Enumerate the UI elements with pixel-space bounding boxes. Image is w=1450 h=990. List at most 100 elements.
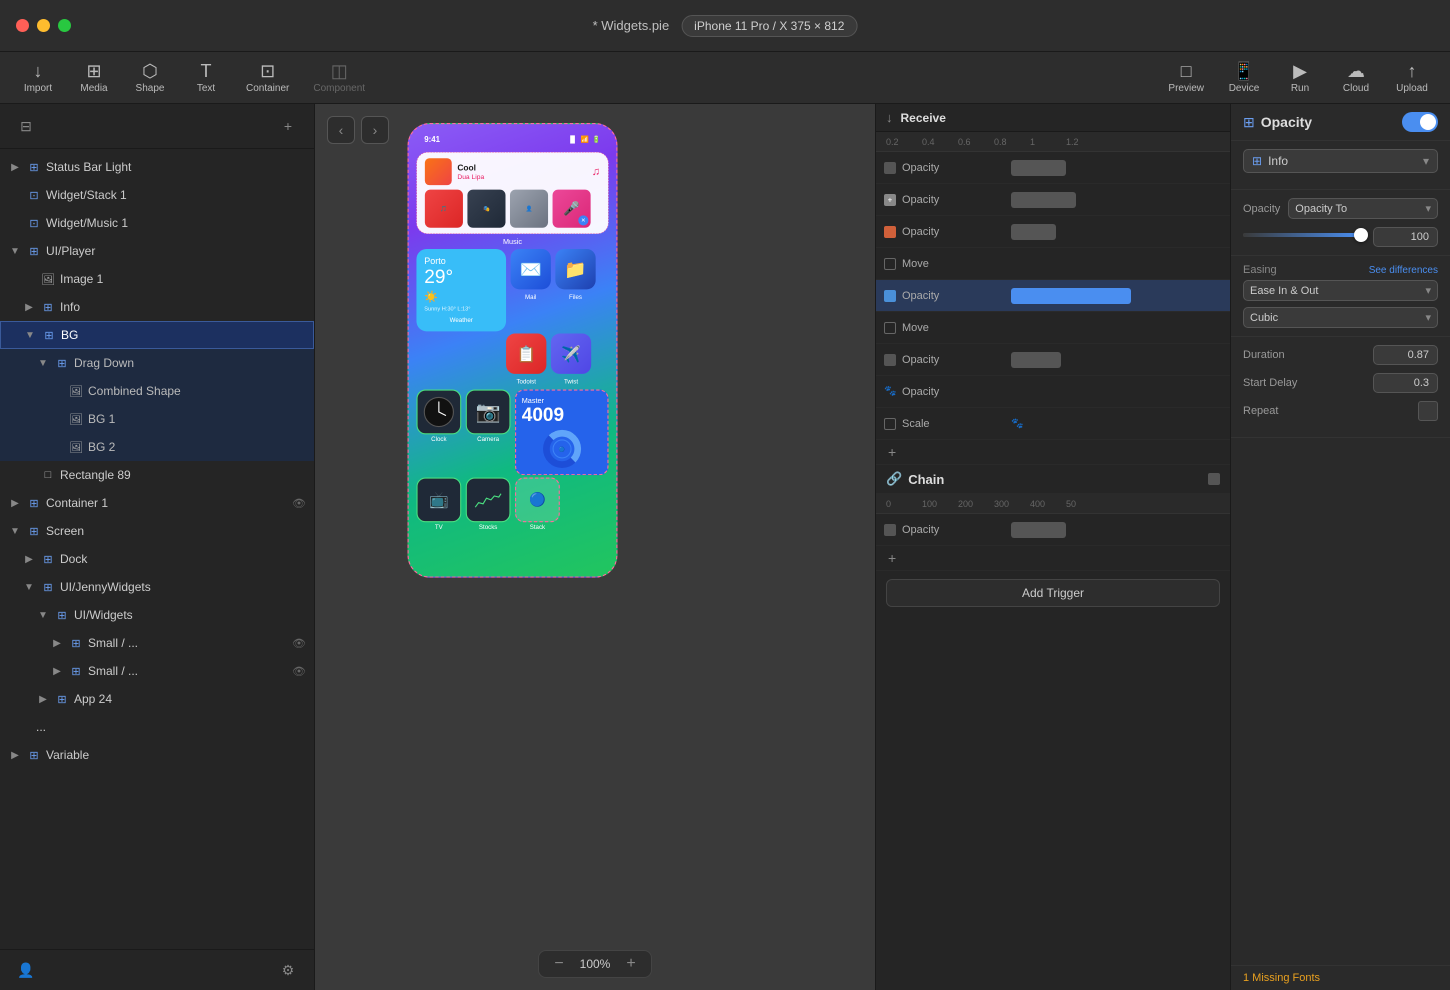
layer-item-dock[interactable]: ▶ ⊞ Dock — [0, 545, 314, 573]
layer-item-drag-down[interactable]: ▼ ⊞ Drag Down — [0, 349, 314, 377]
chevron-down-icon6: ▼ — [36, 608, 50, 622]
wifi-icon: 📶 — [581, 136, 589, 144]
repeat-row: Repeat — [1243, 401, 1438, 421]
info-dropdown[interactable]: ⊞ Info ▾ — [1243, 149, 1438, 173]
layer-item-widget-stack-1[interactable]: ⊡ Widget/Stack 1 — [0, 181, 314, 209]
layer-item-small-1[interactable]: ▶ ⊞ Small / ... 👁 — [0, 629, 314, 657]
canvas-forward-button[interactable]: › — [361, 116, 389, 144]
component-button[interactable]: ◫ Component — [303, 58, 375, 98]
chain-mark-200: 200 — [958, 499, 994, 509]
preview-button[interactable]: □ Preview — [1158, 58, 1214, 98]
music-label: Music — [409, 238, 617, 246]
media-button[interactable]: ⊞ Media — [68, 58, 120, 98]
canvas-back-button[interactable]: ‹ — [327, 116, 355, 144]
chevron-down-icon3: ▼ — [36, 356, 50, 370]
opacity-toggle[interactable] — [1402, 112, 1438, 132]
camera-widget: 📷 — [466, 390, 511, 435]
layer-type-grid-icon6: ⊞ — [26, 495, 42, 511]
sidebar-collapse-button[interactable]: ⊟ — [12, 112, 40, 140]
stack-wrapper: 🔵 Stack — [515, 478, 560, 531]
easing-type-select[interactable]: Ease In & Out ▾ — [1243, 280, 1438, 301]
timeline-row-opacity-2: + Opacity — [876, 184, 1230, 216]
add-trigger-button[interactable]: Add Trigger — [886, 579, 1220, 607]
easing-type-chevron: ▾ — [1425, 284, 1431, 297]
layer-item-bg-2[interactable]: 🖼 BG 2 — [0, 433, 314, 461]
shape-button[interactable]: ⬡ Shape — [124, 58, 176, 98]
zoom-in-button[interactable]: + — [621, 955, 641, 973]
clock-widget-wrapper: Clock — [416, 390, 461, 443]
timeline-label-opacity-4: Opacity — [876, 354, 1006, 366]
layer-item-image-1[interactable]: 🖼 Image 1 — [0, 265, 314, 293]
layer-item-container-1[interactable]: ▶ ⊞ Container 1 👁 — [0, 489, 314, 517]
device-icon: 📱 — [1233, 62, 1255, 80]
titlebar: * Widgets.pie iPhone 11 Pro / X 375 × 81… — [0, 0, 1450, 52]
dot-icon3 — [884, 226, 896, 238]
canvas-area[interactable]: ‹ › 9:41 ▐▌ 📶 🔋 — [315, 104, 875, 990]
eye-icon: 👁 — [292, 497, 306, 510]
master-chart: 🔵 — [522, 429, 602, 468]
timeline-bar-4 — [1011, 352, 1061, 368]
layer-item-combined-shape[interactable]: 🖼 Combined Shape — [0, 377, 314, 405]
todoist-app: 📋 — [506, 334, 546, 374]
user-icon[interactable]: 👤 — [12, 956, 40, 984]
layer-item-bg[interactable]: ▼ ⊞ BG — [0, 321, 314, 349]
layer-item-status-bar-light[interactable]: ▶ ⊞ Status Bar Light — [0, 153, 314, 181]
sidebar-add-button[interactable]: + — [274, 112, 302, 140]
cover-2: 🎭 — [467, 190, 505, 228]
run-button[interactable]: ▶ Run — [1274, 58, 1326, 98]
opacity-slider[interactable] — [1243, 233, 1365, 237]
settings-icon[interactable]: ⚙ — [274, 956, 302, 984]
zoom-out-button[interactable]: − — [549, 955, 569, 973]
chain-dot — [1208, 473, 1220, 485]
layer-item-small-2[interactable]: ▶ ⊞ Small / ... 👁 — [0, 657, 314, 685]
container-button[interactable]: ⊡ Container — [236, 58, 299, 98]
text-button[interactable]: T Text — [180, 58, 232, 98]
chevron-down-icon2: ▼ — [23, 328, 37, 342]
opacity-value-input[interactable]: 100 — [1373, 227, 1438, 247]
add-trigger-label: Add Trigger — [1022, 586, 1084, 600]
chain-row-opacity: Opacity — [876, 514, 1230, 546]
layer-item-variable[interactable]: ▶ ⊞ Variable — [0, 741, 314, 769]
window-title: * Widgets.pie — [593, 18, 670, 33]
layer-item-widget-music-1[interactable]: ⊡ Widget/Music 1 — [0, 209, 314, 237]
import-button[interactable]: ↓ Import — [12, 58, 64, 98]
cloud-button[interactable]: ☁ Cloud — [1330, 58, 1382, 98]
device-button[interactable]: 📱 Device — [1218, 58, 1270, 98]
layer-name-info: Info — [60, 300, 306, 314]
layer-item-more[interactable]: ... — [0, 713, 314, 741]
easing-curve-select[interactable]: Cubic ▾ — [1243, 307, 1438, 328]
layer-type-image-icon: 🖼 — [40, 271, 56, 287]
opacity-type-select[interactable]: Opacity To ▾ — [1288, 198, 1438, 219]
chain-label: Chain — [908, 472, 944, 487]
main-layout: ⊟ + ▶ ⊞ Status Bar Light ⊡ Widget/Stack … — [0, 104, 1450, 990]
eye-icon2: 👁 — [292, 637, 306, 650]
layer-item-ui-player[interactable]: ▼ ⊞ UI/Player — [0, 237, 314, 265]
duration-input[interactable]: 0.87 — [1373, 345, 1438, 365]
music-title: Cool — [457, 163, 586, 173]
layer-item-ui-widgets[interactable]: ▼ ⊞ UI/Widgets — [0, 601, 314, 629]
layer-item-info[interactable]: ▶ ⊞ Info — [0, 293, 314, 321]
upload-button[interactable]: ↑ Upload — [1386, 58, 1438, 98]
see-differences-link[interactable]: See differences — [1369, 265, 1438, 276]
start-delay-input[interactable]: 0.3 — [1373, 373, 1438, 393]
layer-item-rectangle-89[interactable]: □ Rectangle 89 — [0, 461, 314, 489]
toolbar-right: □ Preview 📱 Device ▶ Run ☁ Cloud ↑ Uploa… — [1158, 58, 1438, 98]
timeline-add-button[interactable]: + — [876, 440, 1230, 465]
dot-icon6 — [884, 354, 896, 366]
close-button[interactable] — [16, 19, 29, 32]
media-icon: ⊞ — [86, 62, 101, 80]
timeline-bar-area-1 — [1006, 152, 1230, 183]
fullscreen-button[interactable] — [58, 19, 71, 32]
minimize-button[interactable] — [37, 19, 50, 32]
device-pill[interactable]: iPhone 11 Pro / X 375 × 812 — [681, 15, 857, 37]
cloud-icon: ☁ — [1347, 62, 1365, 80]
layer-item-bg-1[interactable]: 🖼 BG 1 — [0, 405, 314, 433]
iphone-screen: 9:41 ▐▌ 📶 🔋 Cool Dua — [408, 123, 618, 578]
chain-bar — [1011, 522, 1066, 538]
layer-item-ui-jennywidgets[interactable]: ▼ ⊞ UI/JennyWidgets — [0, 573, 314, 601]
repeat-checkbox[interactable] — [1418, 401, 1438, 421]
music-header: Cool Dua Lipa ♫ — [425, 159, 600, 186]
chain-add-button[interactable]: + — [876, 546, 1230, 571]
layer-item-app-24[interactable]: ▶ ⊞ App 24 — [0, 685, 314, 713]
layer-item-screen[interactable]: ▼ ⊞ Screen — [0, 517, 314, 545]
